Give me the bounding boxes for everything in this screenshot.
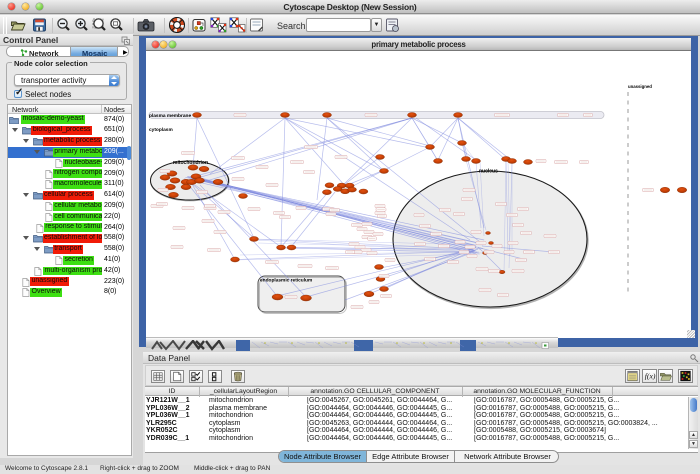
svg-text:unassigned: unassigned [628,84,652,89]
svg-text:plasma membrane: plasma membrane [149,113,191,119]
svg-text:cytoplasm: cytoplasm [149,127,173,133]
svg-text:f(x): f(x) [645,372,656,381]
svg-text:endoplasmic reticulum: endoplasmic reticulum [260,278,312,284]
svg-text:nucleus: nucleus [479,169,498,175]
svg-text:mitochondrion: mitochondrion [173,160,208,166]
